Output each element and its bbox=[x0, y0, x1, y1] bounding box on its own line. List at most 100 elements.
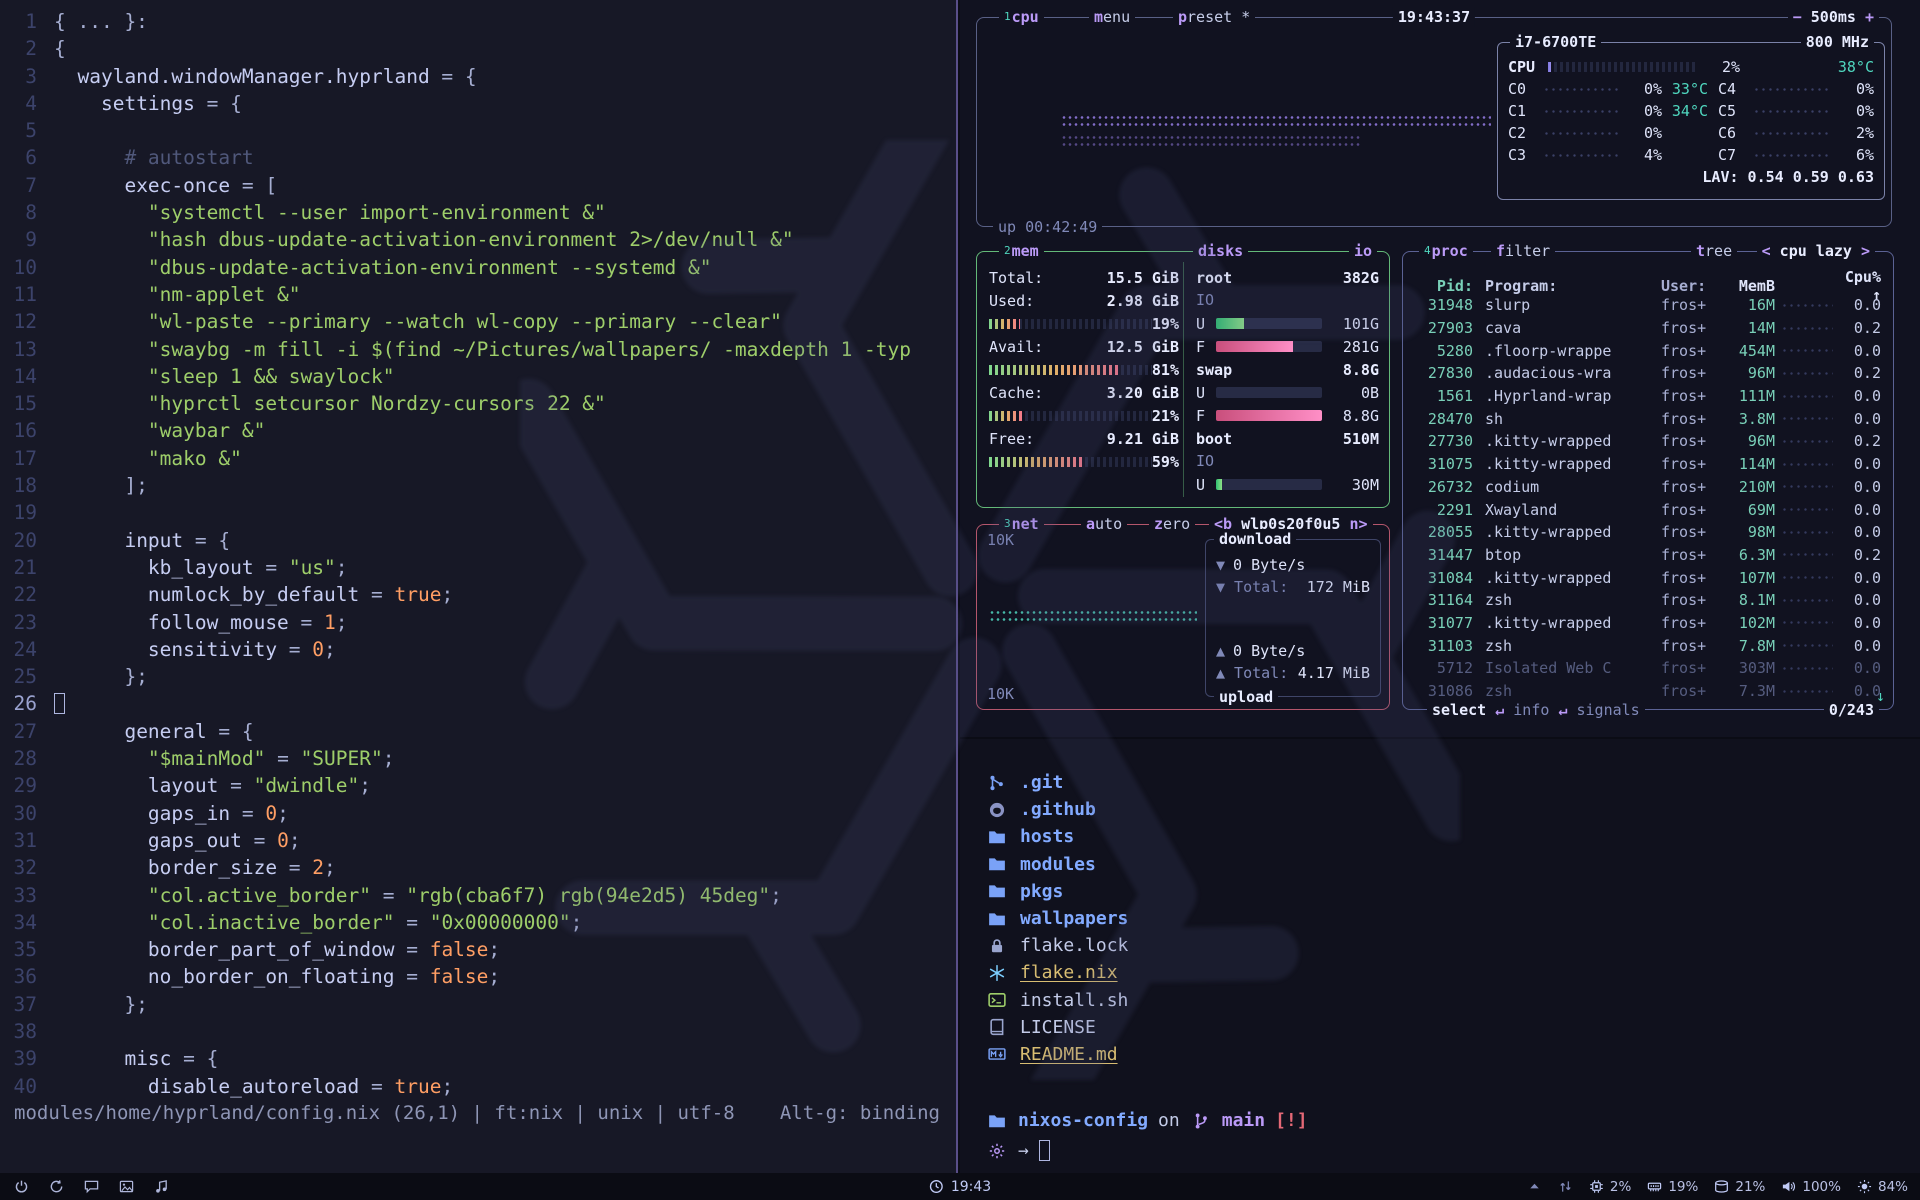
code-text: wayland.windowManager.hyprland = { bbox=[54, 65, 477, 88]
process-row[interactable]: 31447btopfros+6.3M0.2 bbox=[1413, 544, 1885, 567]
screenshot-button[interactable] bbox=[119, 1179, 134, 1194]
memory-meter-row: 81% bbox=[989, 358, 1179, 381]
line-number: 39 bbox=[8, 1045, 54, 1072]
clock-module[interactable]: 19:43 bbox=[929, 1179, 991, 1195]
volume-module[interactable]: 100% bbox=[1781, 1179, 1841, 1195]
code-line: 10 "dbus-update-activation-environment -… bbox=[8, 254, 954, 281]
code-area[interactable]: 1{ ... }:2{3 wayland.windowManager.hyprl… bbox=[8, 8, 954, 1100]
upload-arrow-icon: ▲ bbox=[1216, 642, 1225, 660]
disk-meter bbox=[1216, 410, 1322, 421]
line-number: 33 bbox=[8, 882, 54, 909]
dot-leader bbox=[1543, 87, 1619, 92]
git-branch-icon bbox=[1190, 1112, 1212, 1130]
process-footer: select ↵ info ↵ signals bbox=[1427, 700, 1645, 720]
shell-input-line[interactable]: → bbox=[986, 1137, 1920, 1164]
interval-increase-button[interactable]: + bbox=[1865, 8, 1874, 26]
code-line: 35 border_part_of_window = false; bbox=[8, 936, 954, 963]
dot-leader bbox=[1781, 416, 1833, 421]
code-line: 15 "hyprctl setcursor Nordzy-cursors 22 … bbox=[8, 390, 954, 417]
code-text: "hash dbus-update-activation-environment… bbox=[54, 228, 794, 251]
folder-icon bbox=[986, 828, 1008, 846]
chat-button[interactable] bbox=[84, 1179, 99, 1194]
process-row[interactable]: 27730.kitty-wrappedfros+96M0.2 bbox=[1413, 430, 1885, 453]
music-button[interactable] bbox=[154, 1179, 169, 1194]
network-tray-icon[interactable] bbox=[1558, 1179, 1573, 1194]
process-row[interactable]: 26732codiumfros+210M0.0 bbox=[1413, 476, 1885, 499]
memory-stat-row: Free:9.21 GiB bbox=[989, 427, 1179, 450]
code-line: 22 numlock_by_default = true; bbox=[8, 581, 954, 608]
process-row[interactable]: 31948slurpfros+16M0.0 bbox=[1413, 294, 1885, 317]
disk-module[interactable]: 21% bbox=[1714, 1179, 1765, 1195]
line-number: 25 bbox=[8, 663, 54, 690]
disk-name: boot bbox=[1196, 430, 1232, 448]
process-table-header[interactable]: Pid: Program: User: MemB Cpu% ↑ bbox=[1413, 268, 1885, 291]
memory-panel: 2mem disks io Total:15.5 GiBUsed:2.98 Gi… bbox=[976, 251, 1390, 508]
line-number: 37 bbox=[8, 991, 54, 1018]
process-row[interactable]: 31075.kitty-wrappedfros+114M0.0 bbox=[1413, 453, 1885, 476]
brightness-module[interactable]: 84% bbox=[1857, 1179, 1908, 1195]
net-totals-box: download ▼0 Byte/s ▼ Total:172 MiB ▲0 By… bbox=[1205, 539, 1381, 697]
process-row[interactable]: 27830.audacious-wrafros+96M0.2 bbox=[1413, 362, 1885, 385]
code-text: border_size = 2; bbox=[54, 856, 336, 879]
code-line: 16 "waybar &" bbox=[8, 417, 954, 444]
user-column-header[interactable]: User: bbox=[1655, 277, 1719, 295]
interval-decrease-button[interactable]: − bbox=[1793, 8, 1802, 26]
file-name: README.md bbox=[1020, 1044, 1118, 1065]
process-row[interactable]: 27903cavafros+14M0.2 bbox=[1413, 317, 1885, 340]
process-row[interactable]: 31077.kitty-wrappedfros+102M0.0 bbox=[1413, 612, 1885, 635]
process-row[interactable]: 31103zshfros+7.8M0.0 bbox=[1413, 634, 1885, 657]
memory-module[interactable]: 19% bbox=[1647, 1179, 1698, 1195]
process-row[interactable]: 28470shfros+3.8M0.0 bbox=[1413, 407, 1885, 430]
proc-sort-selector[interactable]: < cpu lazy > bbox=[1757, 241, 1875, 261]
code-line: 21 kb_layout = "us"; bbox=[8, 554, 954, 581]
process-row[interactable]: 2291Xwaylandfros+69M0.0 bbox=[1413, 498, 1885, 521]
reload-button[interactable] bbox=[49, 1179, 64, 1194]
code-text: input = { bbox=[54, 529, 230, 552]
disk-size: 382G bbox=[1343, 269, 1379, 287]
process-row[interactable]: 5712Isolated Web Cfros+303M0.0 bbox=[1413, 657, 1885, 680]
process-row[interactable]: 5280.floorp-wrappefros+454M0.0 bbox=[1413, 339, 1885, 362]
dot-leader bbox=[1781, 326, 1833, 331]
power-button[interactable] bbox=[14, 1179, 29, 1194]
cpu-panel-title: 1cpu bbox=[999, 7, 1044, 27]
tray-expander[interactable] bbox=[1527, 1179, 1542, 1194]
file-name: modules bbox=[1020, 854, 1096, 875]
program-column-header[interactable]: Program: bbox=[1477, 277, 1655, 295]
code-text: numlock_by_default = true; bbox=[54, 583, 453, 606]
info-hint[interactable]: info bbox=[1513, 701, 1549, 719]
prompt-directory: nixos-config bbox=[1018, 1110, 1148, 1131]
process-row[interactable]: 31164zshfros+8.1M0.0 bbox=[1413, 589, 1885, 612]
btop-menu-button[interactable]: menu bbox=[1089, 7, 1135, 27]
code-line: 12 "wl-paste --primary --watch wl-copy -… bbox=[8, 308, 954, 335]
code-line: 11 "nm-applet &" bbox=[8, 281, 954, 308]
cpu-usage-module[interactable]: 2% bbox=[1589, 1179, 1631, 1195]
line-number: 35 bbox=[8, 936, 54, 963]
net-auto-toggle[interactable]: auto bbox=[1081, 514, 1127, 534]
memory-stat-value: 12.5 GiB bbox=[1107, 338, 1179, 356]
dot-leader bbox=[1781, 530, 1833, 535]
net-zero-toggle[interactable]: zero bbox=[1149, 514, 1195, 534]
module-value: 2% bbox=[1610, 1179, 1631, 1195]
disk-entry: root382G bbox=[1196, 266, 1379, 289]
process-row[interactable]: 31084.kitty-wrappedfros+107M0.0 bbox=[1413, 566, 1885, 589]
line-number: 10 bbox=[8, 254, 54, 281]
disks-io-toggle[interactable]: io bbox=[1349, 241, 1377, 261]
dot-leader bbox=[1781, 620, 1833, 625]
proc-filter-button[interactable]: filter bbox=[1491, 241, 1555, 261]
memb-column-header[interactable]: MemB bbox=[1719, 277, 1775, 295]
process-row[interactable]: 28055.kitty-wrappedfros+98M0.0 bbox=[1413, 521, 1885, 544]
memory-panel-title: 2mem bbox=[999, 241, 1044, 261]
shell-terminal-window[interactable]: .git.githubhostsmodulespkgswallpapersfla… bbox=[960, 739, 1920, 1173]
line-number: 4 bbox=[8, 90, 54, 117]
disk-meter-value: 30M bbox=[1329, 476, 1379, 494]
process-row[interactable]: 31086zshfros+7.3M0.0 bbox=[1413, 680, 1885, 703]
signals-hint[interactable]: signals bbox=[1577, 701, 1640, 719]
btop-preset-button[interactable]: preset * bbox=[1173, 7, 1255, 27]
proc-tree-toggle[interactable]: tree bbox=[1691, 241, 1737, 261]
file-row: README.md bbox=[986, 1041, 1920, 1068]
pid-column-header[interactable]: Pid: bbox=[1413, 277, 1477, 295]
process-row[interactable]: 1561.Hyprland-wrapfros+111M0.0 bbox=[1413, 385, 1885, 408]
dot-leader bbox=[1781, 643, 1833, 648]
code-line: 30 gaps_in = 0; bbox=[8, 800, 954, 827]
code-text: layout = "dwindle"; bbox=[54, 774, 371, 797]
